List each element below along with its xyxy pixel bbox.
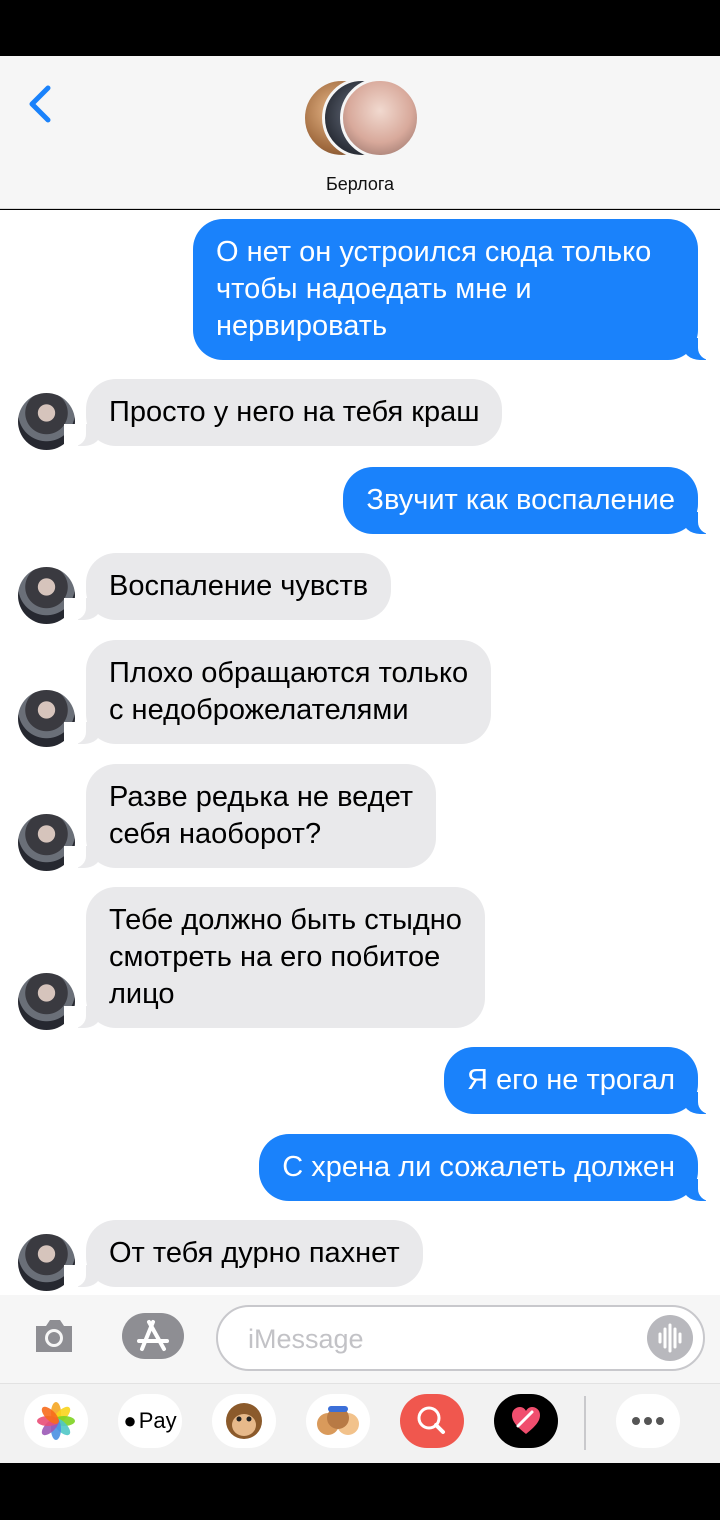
outgoing-message[interactable]: Я его не трогал (444, 1047, 720, 1114)
incoming-message[interactable]: От тебя дурно пахнет (64, 1220, 423, 1287)
outgoing-message[interactable]: С хрена ли сожалеть должен (259, 1134, 720, 1201)
status-bar (0, 0, 720, 56)
incoming-message[interactable]: Просто у него на тебя краш (63, 379, 503, 446)
outgoing-message[interactable]: О нет он устроился сюда только чтобы над… (193, 219, 720, 360)
camera-icon (36, 1320, 72, 1352)
photos-app-button[interactable] (24, 1394, 88, 1448)
memoji-icon (317, 1406, 359, 1435)
contact-name[interactable]: Берлога (0, 174, 720, 195)
message-text: От тебя дурно пахнет (109, 1237, 400, 1269)
app-store-button[interactable] (122, 1313, 184, 1359)
message-text: Просто у него на тебя краш (109, 396, 480, 428)
compose-bar: iMessage (0, 1295, 720, 1383)
incoming-message[interactable]: Воспаление чувств (63, 553, 392, 620)
animoji-button[interactable] (212, 1394, 276, 1448)
outgoing-message[interactable]: Звучит как воспаление (343, 467, 720, 534)
group-avatars[interactable] (302, 78, 422, 160)
incoming-message[interactable]: Тебе должно быть стыдно смотреть на его … (64, 887, 485, 1028)
message-text: О нет он устроился сюда только чтобы над… (216, 236, 652, 342)
message-input-placeholder: iMessage (248, 1324, 364, 1354)
memoji-button[interactable] (306, 1394, 370, 1448)
tray-divider (584, 1396, 586, 1450)
photos-icon (37, 1402, 75, 1440)
avatar (340, 78, 420, 158)
message-text: Плохо обращаются только с недоброжелател… (109, 657, 469, 726)
message-text: Разве редька не ведет себя наоборот? (109, 781, 414, 850)
audio-waveform-icon (658, 1323, 682, 1353)
message-text: С хрена ли сожалеть должен (282, 1151, 675, 1183)
message-thread[interactable]: О нет он устроился сюда только чтобы над… (0, 210, 720, 1295)
digital-touch-button[interactable] (494, 1394, 558, 1448)
image-search-button[interactable] (400, 1394, 464, 1448)
message-text: Я его не трогал (467, 1064, 675, 1096)
camera-button[interactable] (32, 1317, 76, 1355)
incoming-message[interactable]: Разве редька не ведет себя наоборот? (63, 764, 437, 868)
more-icon (632, 1417, 664, 1425)
chevron-left-icon (29, 85, 51, 123)
app-store-icon (137, 1320, 169, 1351)
message-input[interactable]: iMessage (216, 1305, 705, 1371)
back-button[interactable] (22, 82, 62, 126)
app-drawer: ● Pay (0, 1383, 720, 1463)
monkey-animoji-icon (226, 1403, 262, 1439)
conversation-header: Берлога (0, 56, 720, 209)
message-text: Тебе должно быть стыдно смотреть на его … (109, 904, 462, 1010)
search-images-icon (417, 1406, 445, 1434)
audio-button[interactable] (647, 1315, 693, 1361)
message-text: Звучит как воспаление (366, 484, 675, 516)
message-text: Воспаление чувств (109, 570, 369, 602)
more-apps-button[interactable] (616, 1394, 680, 1448)
apple-pay-label: Pay (138, 1408, 177, 1433)
apple-pay-icon: ● (123, 1408, 137, 1433)
home-indicator-area (0, 1463, 720, 1520)
digital-touch-icon (512, 1407, 540, 1434)
apple-pay-button[interactable]: ● Pay (118, 1394, 182, 1448)
incoming-message[interactable]: Плохо обращаются только с недоброжелател… (63, 640, 492, 744)
